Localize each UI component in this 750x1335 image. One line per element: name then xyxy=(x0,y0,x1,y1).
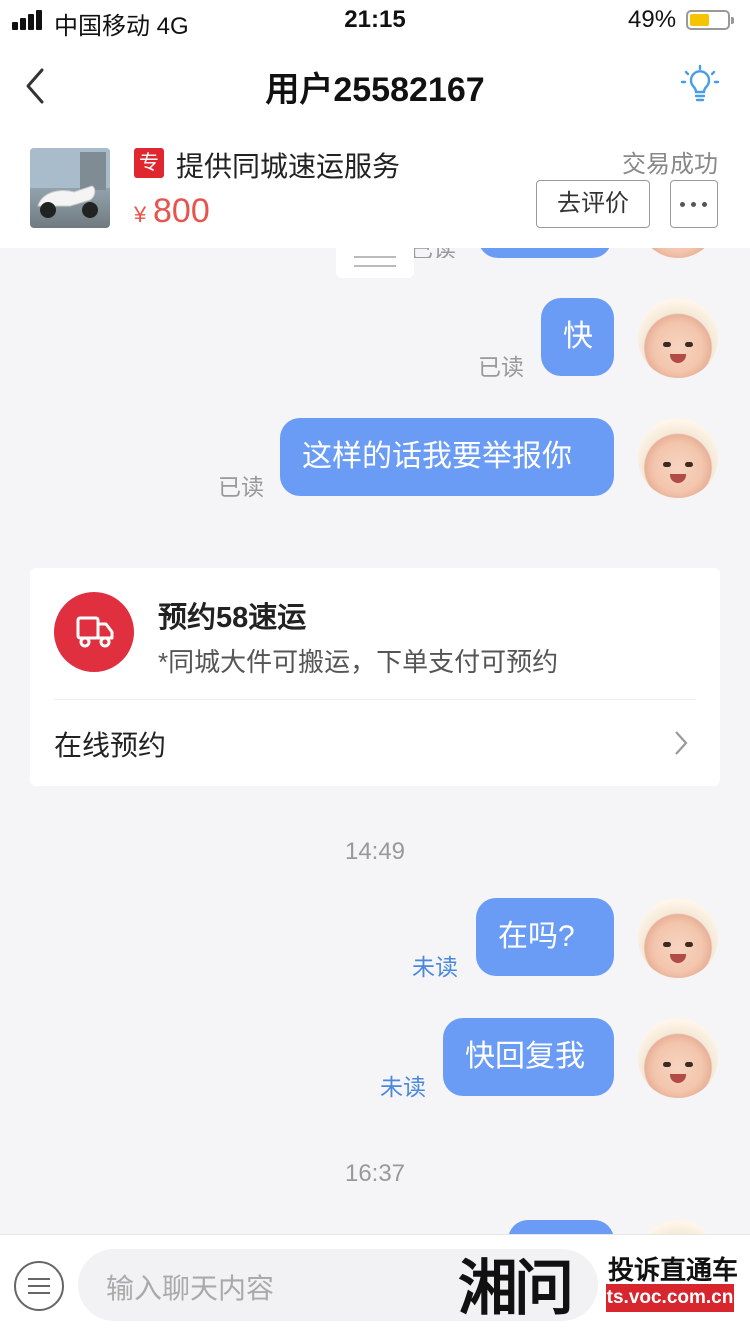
message-bubble[interactable]: 快 xyxy=(541,298,614,376)
booking-card[interactable]: 预约58速运 *同城大件可搬运，下单支付可预约 在线预约 xyxy=(30,568,720,786)
product-title[interactable]: 提供同城速运服务 xyxy=(176,145,400,185)
read-status: 已读 xyxy=(478,354,524,380)
product-price: 800 xyxy=(153,192,210,230)
avatar[interactable] xyxy=(638,298,718,378)
read-status: 已读 xyxy=(410,248,456,258)
watermark-tagline: 投诉直通车 xyxy=(608,1255,739,1285)
message-bubble[interactable]: 在吗? xyxy=(476,898,614,976)
chat-input-placeholder: 输入聊天内容 xyxy=(106,1273,275,1304)
product-thumbnail[interactable] xyxy=(30,148,110,228)
card-subtitle: *同城大件可搬运，下单支付可预约 xyxy=(158,647,559,677)
avatar[interactable] xyxy=(638,418,718,498)
message-bubble[interactable]: 快回复我 xyxy=(443,1018,614,1096)
chevron-right-icon[interactable] xyxy=(670,728,690,758)
rate-button[interactable]: 去评价 xyxy=(536,180,650,228)
timestamp: 16:37 xyxy=(344,1160,406,1187)
battery-percent: 49% xyxy=(628,6,677,33)
timestamp: 14:49 xyxy=(344,838,406,865)
watermark: 湘问 投诉直通车 ts.voc.com.cn xyxy=(458,1240,750,1334)
divider xyxy=(54,699,696,700)
truck-icon xyxy=(54,592,134,672)
watermark-logo: 湘问 xyxy=(458,1254,574,1324)
message-bubble[interactable]: 这样的话我要举报你 xyxy=(280,418,614,496)
battery-icon xyxy=(686,10,734,30)
message-bubble[interactable] xyxy=(478,248,612,258)
menu-icon[interactable] xyxy=(14,1261,64,1311)
read-status: 已读 xyxy=(218,474,264,500)
product-header[interactable]: 专 提供同城速运服务 ¥ 800 交易成功 去评价 xyxy=(0,128,750,248)
read-status: 未读 xyxy=(412,954,458,980)
lightbulb-icon[interactable] xyxy=(680,64,720,106)
collapse-handle[interactable] xyxy=(336,238,414,278)
avatar[interactable] xyxy=(638,1018,718,1098)
card-title: 预约58速运 xyxy=(158,602,307,634)
exclusive-tag-badge: 专 xyxy=(134,148,164,178)
status-bar: 中国移动 4G 21:15 49% xyxy=(0,0,750,42)
message-bubble[interactable] xyxy=(508,1220,614,1234)
avatar[interactable] xyxy=(638,898,718,978)
partial-message-row xyxy=(0,1218,750,1234)
trade-status: 交易成功 xyxy=(622,151,718,178)
watermark-url: ts.voc.com.cn xyxy=(606,1284,734,1312)
more-options-button[interactable] xyxy=(670,180,718,228)
avatar[interactable] xyxy=(638,248,718,258)
avatar[interactable] xyxy=(638,1220,718,1234)
page-title: 用户25582167 xyxy=(265,71,485,109)
price-currency: ¥ xyxy=(134,202,147,227)
online-booking-link[interactable]: 在线预约 xyxy=(54,724,166,764)
read-status: 未读 xyxy=(380,1074,426,1100)
nav-bar: 用户25582167 xyxy=(0,42,750,128)
